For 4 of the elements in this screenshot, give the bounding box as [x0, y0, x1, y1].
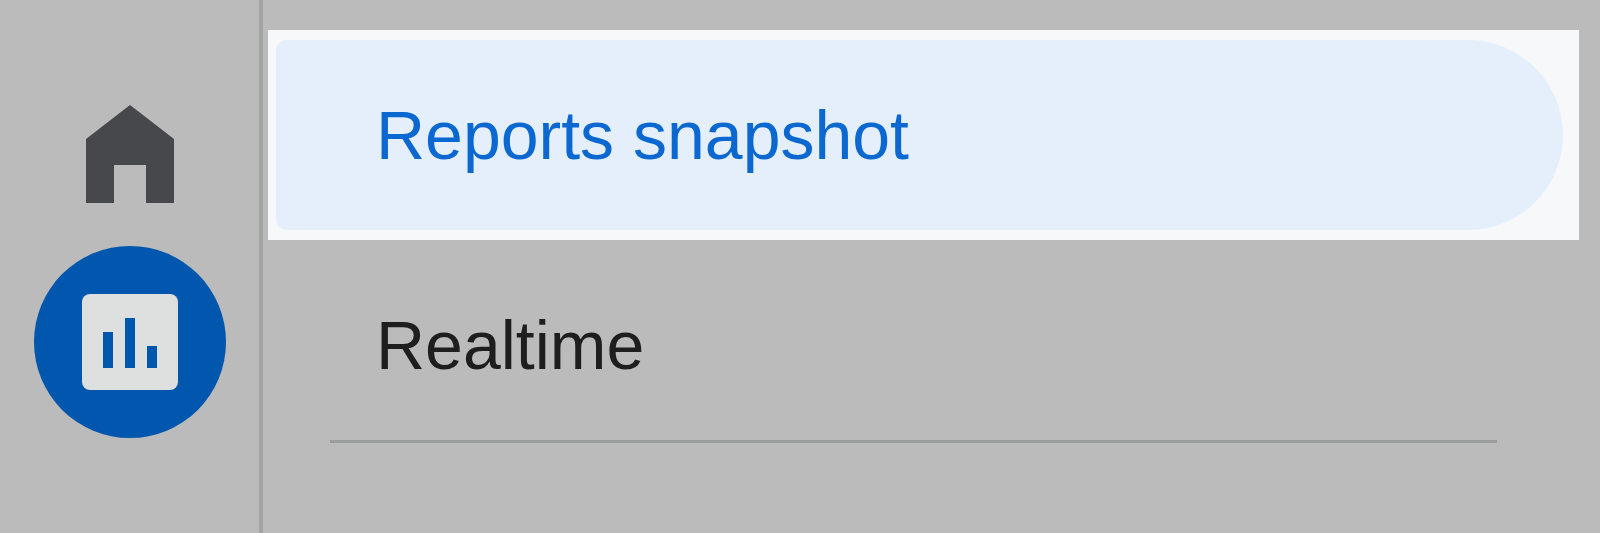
menu-item[interactable]: Reports snapshot [276, 40, 1563, 230]
menu-item[interactable]: Realtime [276, 250, 1563, 440]
bar-chart-icon [81, 294, 178, 390]
home-icon [85, 105, 174, 203]
